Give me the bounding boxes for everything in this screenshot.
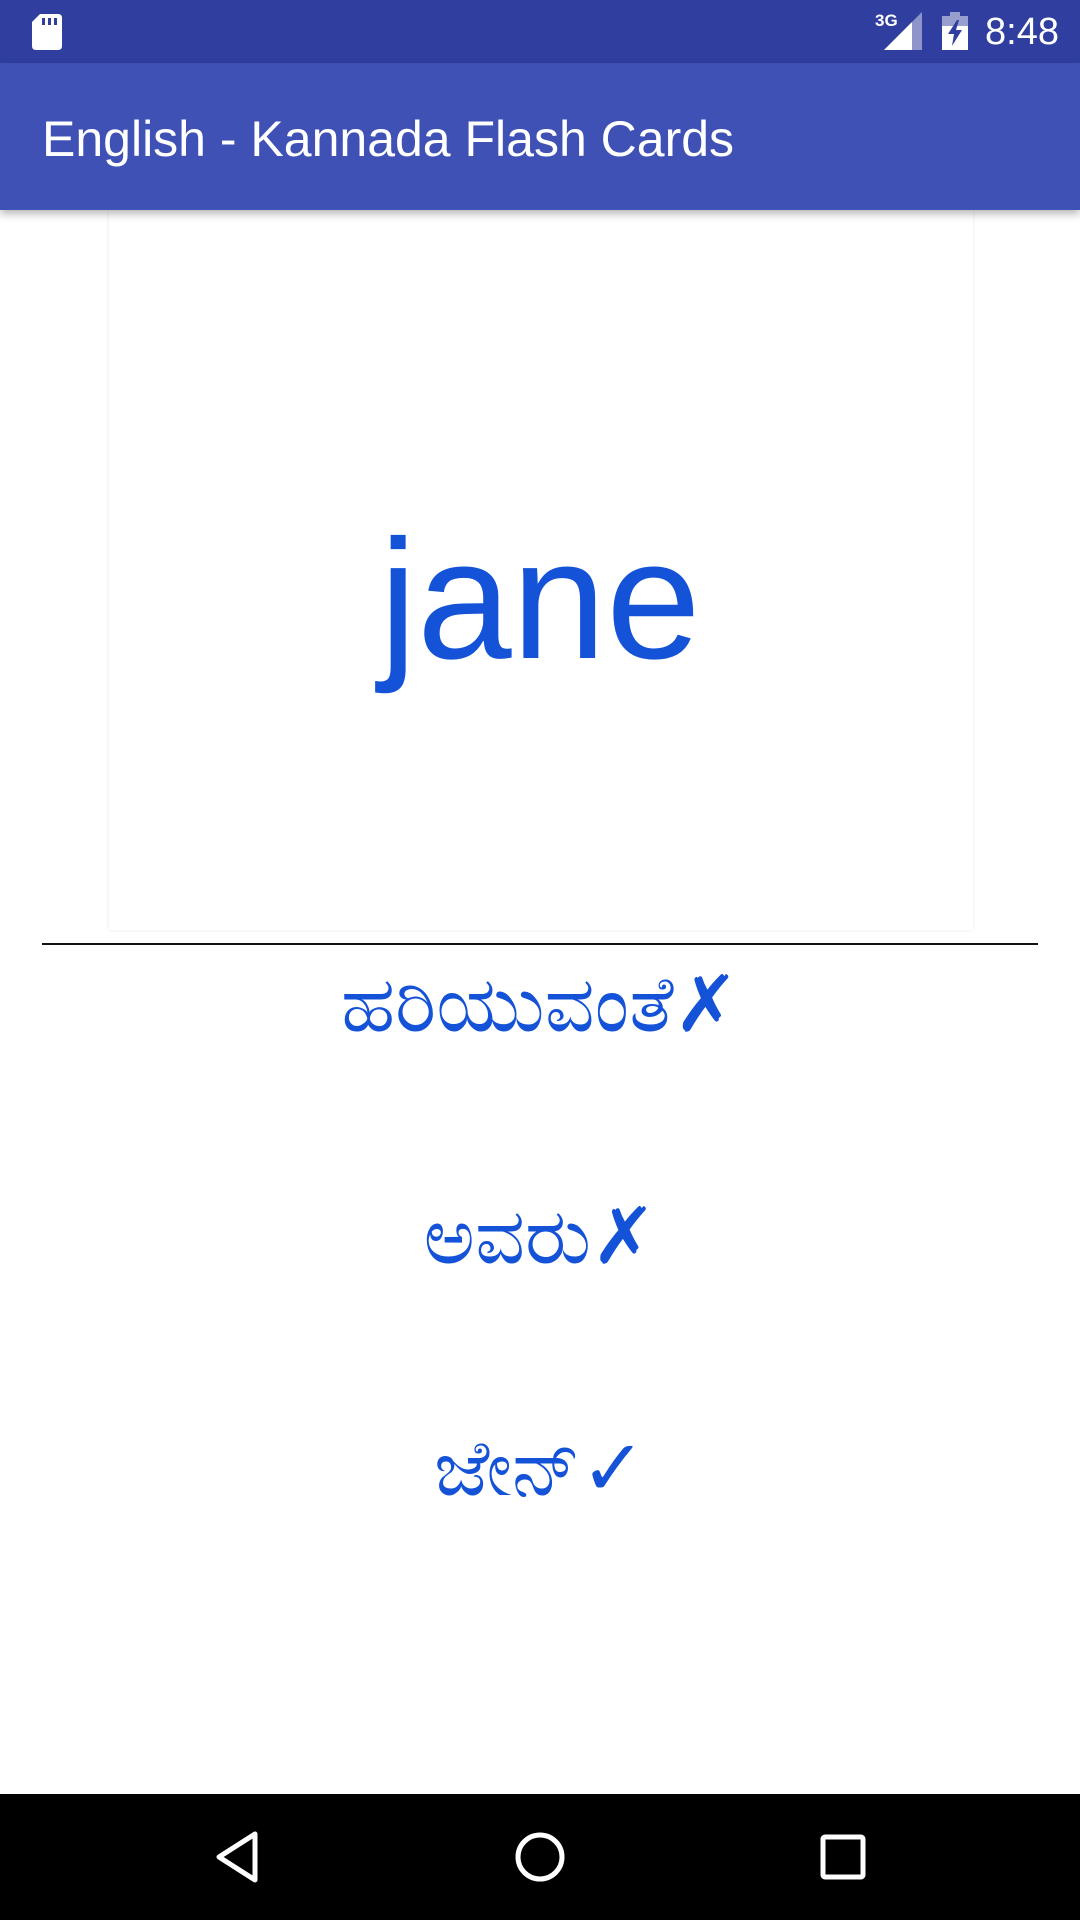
sd-card-icon [32,14,62,50]
answer-option-3[interactable]: ಜೇನ್✓ [0,1414,1080,1524]
answer-option-text: ಹರಿಯುವಂತೆ [340,960,674,1050]
network-type-label: 3G [875,11,898,30]
recent-apps-icon[interactable] [808,1822,878,1892]
wrong-mark-icon: ✗ [673,960,740,1050]
home-icon[interactable] [505,1822,575,1892]
back-icon[interactable] [205,1822,275,1892]
status-time: 8:48 [985,11,1059,53]
status-bar: 3G 8:48 [0,0,1080,63]
battery-charging-icon [942,12,968,50]
answer-option-1[interactable]: ಹರಿಯುವಂತೆ✗ [0,950,1080,1060]
navigation-bar [0,1794,1080,1920]
answer-option-2[interactable]: ಅವರು✗ [0,1182,1080,1292]
answer-option-text: ಅವರು [423,1192,592,1282]
correct-mark-icon: ✓ [580,1424,646,1514]
divider [42,943,1038,945]
app-title: English - Kannada Flash Cards [42,111,735,167]
app-bar: English - Kannada Flash Cards [0,63,1080,210]
answer-option-text: ಜೇನ್ [434,1424,581,1514]
wrong-mark-icon: ✗ [591,1192,657,1282]
flash-card-word: jane [379,505,701,695]
